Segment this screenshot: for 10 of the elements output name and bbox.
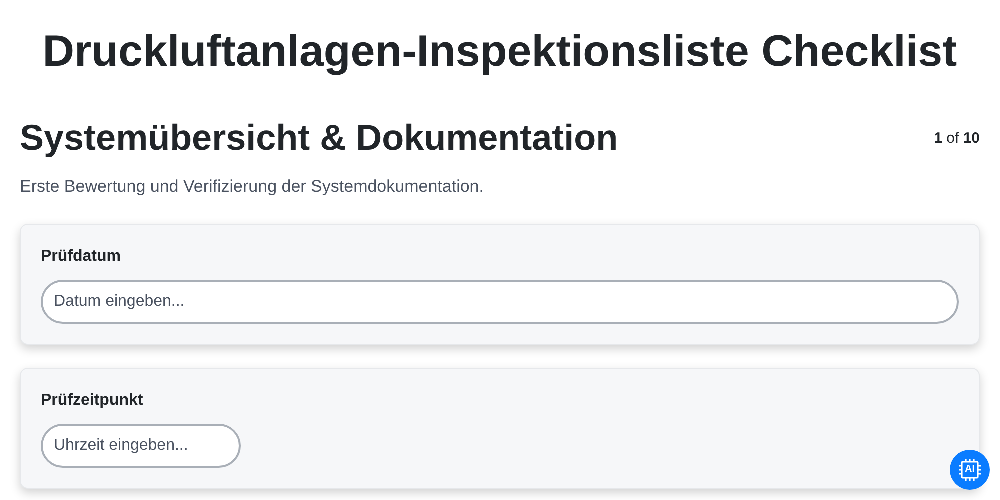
section-description: Erste Bewertung und Verifizierung der Systemdokumentation. [20, 176, 485, 198]
ai-assistant-button[interactable]: AI [950, 450, 990, 490]
chip-icon [958, 458, 982, 482]
page-counter: 1 of 10 [934, 129, 980, 149]
time-field[interactable]: Uhrzeit eingeben... [41, 424, 241, 468]
date-field[interactable]: Datum eingeben... [41, 280, 959, 324]
field-label: Prüfzeitpunkt [41, 390, 144, 410]
section-heading: Systemübersicht & Dokumentation [20, 116, 618, 160]
field-label: Prüfdatum [41, 246, 122, 266]
page-title: Druckluftanlagen-Inspektionsliste Checklist [42, 26, 958, 78]
